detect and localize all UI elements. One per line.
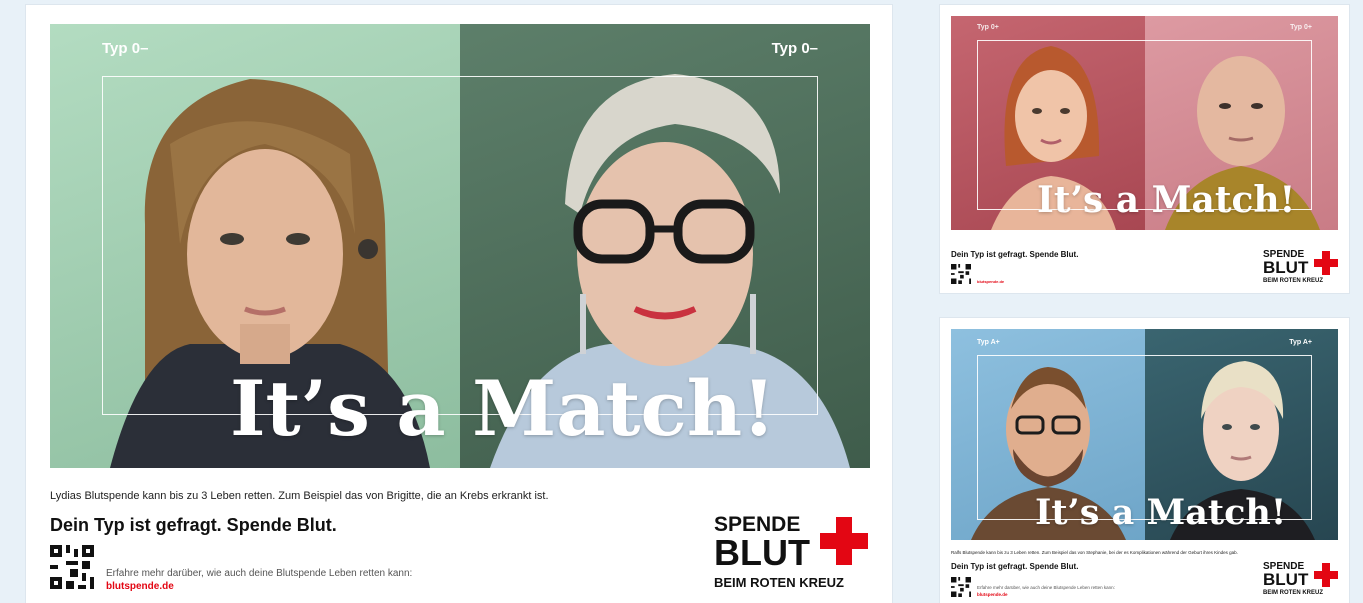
logo-line-blut: BLUT — [1263, 258, 1309, 277]
blood-type-left: Typ A+ — [977, 339, 1000, 346]
blood-type-left: Typ 0– — [102, 40, 149, 57]
headline: It’s a Match! — [1037, 179, 1296, 221]
blood-type-left: Typ 0+ — [977, 24, 999, 31]
red-cross-icon — [1314, 563, 1338, 587]
qr-code-icon — [50, 545, 94, 589]
red-cross-icon — [1314, 251, 1338, 275]
blutspende-link[interactable]: blutspende.de — [977, 279, 1004, 284]
red-cross-icon — [820, 517, 868, 565]
blutspende-link[interactable]: blutspende.de — [106, 581, 174, 592]
poster-photo: Typ 0– Typ 0– It’s a Match! — [50, 24, 870, 468]
tagline: Dein Typ ist gefragt. Spende Blut. — [951, 250, 1079, 259]
logo-line-kreuz: BEIM ROTEN KREUZ — [714, 575, 844, 590]
logo-spende-blut: SPENDE BLUT BEIM ROTEN KREUZ — [1263, 561, 1341, 601]
logo-line-kreuz: BEIM ROTEN KREUZ — [1263, 590, 1323, 596]
info-text: Erfahre mehr darüber, wie auch deine Blu… — [977, 585, 1115, 590]
tagline: Dein Typ ist gefragt. Spende Blut. — [951, 562, 1079, 571]
logo-spende-blut: SPENDE BLUT BEIM ROTEN KREUZ — [1263, 249, 1341, 289]
logo-spende-blut: SPENDE BLUT BEIM ROTEN KREUZ — [714, 513, 874, 593]
poster-photo: Typ 0+ Typ 0+ It’s a Match! — [951, 16, 1338, 230]
poster-type-a-positive: Typ A+ Typ A+ It’s a Match! Ralfs Blutsp… — [940, 318, 1349, 603]
caption: Lydias Blutspende kann bis zu 3 Leben re… — [50, 490, 549, 502]
logo-line-blut: BLUT — [714, 532, 810, 573]
blood-type-right: Typ A+ — [1289, 339, 1312, 346]
poster-photo: Typ A+ Typ A+ It’s a Match! — [951, 329, 1338, 540]
tagline: Dein Typ ist gefragt. Spende Blut. — [50, 515, 337, 535]
caption: Ralfs Blutspende kann bis zu 3 Leben ret… — [951, 550, 1238, 555]
headline: It’s a Match! — [230, 364, 776, 453]
qr-code-icon — [951, 577, 971, 597]
blutspende-link[interactable]: blutspende.de — [977, 592, 1008, 597]
logo-line-blut: BLUT — [1263, 570, 1309, 589]
blood-type-right: Typ 0– — [771, 40, 818, 57]
logo-line-kreuz: BEIM ROTEN KREUZ — [1263, 278, 1323, 284]
poster-type-0-positive: Typ 0+ Typ 0+ It’s a Match! Dein Typ ist… — [940, 5, 1349, 293]
info-text: Erfahre mehr darüber, wie auch deine Blu… — [106, 568, 413, 579]
qr-code-icon — [951, 264, 971, 284]
blood-type-right: Typ 0+ — [1290, 24, 1312, 31]
headline: It’s a Match! — [1035, 492, 1287, 533]
poster-type-0-negative: Typ 0– Typ 0– It’s a Match! Lydias Bluts… — [26, 5, 892, 603]
